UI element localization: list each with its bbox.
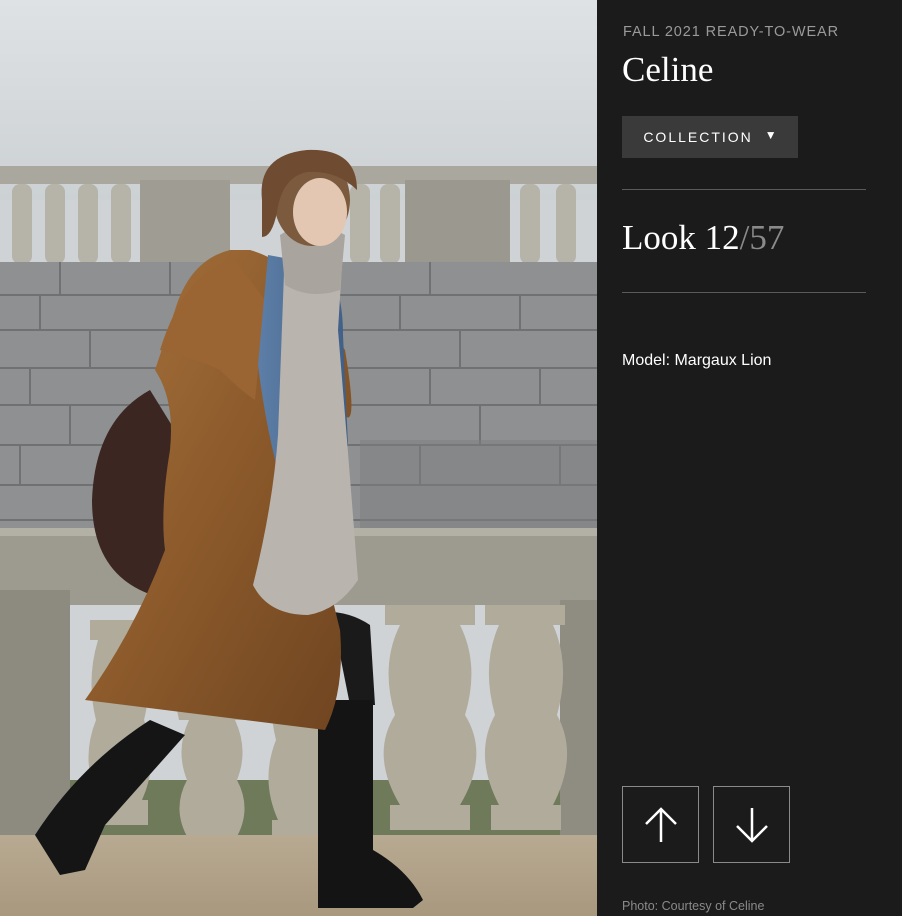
look-prefix: Look — [622, 218, 696, 257]
runway-photo — [0, 0, 597, 916]
look-info-sidebar: FALL 2021 READY-TO-WEAR Celine COLLECTIO… — [597, 0, 902, 916]
look-total: 57 — [749, 218, 785, 257]
look-counter: Look 12/57 — [622, 218, 784, 258]
collection-button-label: COLLECTION — [643, 129, 753, 145]
season-label: FALL 2021 READY-TO-WEAR — [623, 24, 839, 40]
arrow-up-icon — [644, 806, 677, 842]
divider — [622, 292, 866, 293]
arrow-down-icon — [735, 807, 768, 843]
photo-credit: Photo: Courtesy of Celine — [622, 899, 765, 913]
runway-look-page: FALL 2021 READY-TO-WEAR Celine COLLECTIO… — [0, 0, 902, 916]
chevron-down-icon: ▼ — [764, 128, 777, 142]
divider — [622, 189, 866, 190]
model-credit: Model: Margaux Lion — [622, 352, 772, 369]
previous-look-button[interactable] — [622, 786, 699, 863]
look-separator: / — [739, 218, 750, 257]
look-current: 12 — [704, 218, 740, 257]
collection-dropdown-button[interactable]: COLLECTION ▼ — [622, 116, 798, 158]
brand-title[interactable]: Celine — [622, 50, 713, 90]
next-look-button[interactable] — [713, 786, 790, 863]
